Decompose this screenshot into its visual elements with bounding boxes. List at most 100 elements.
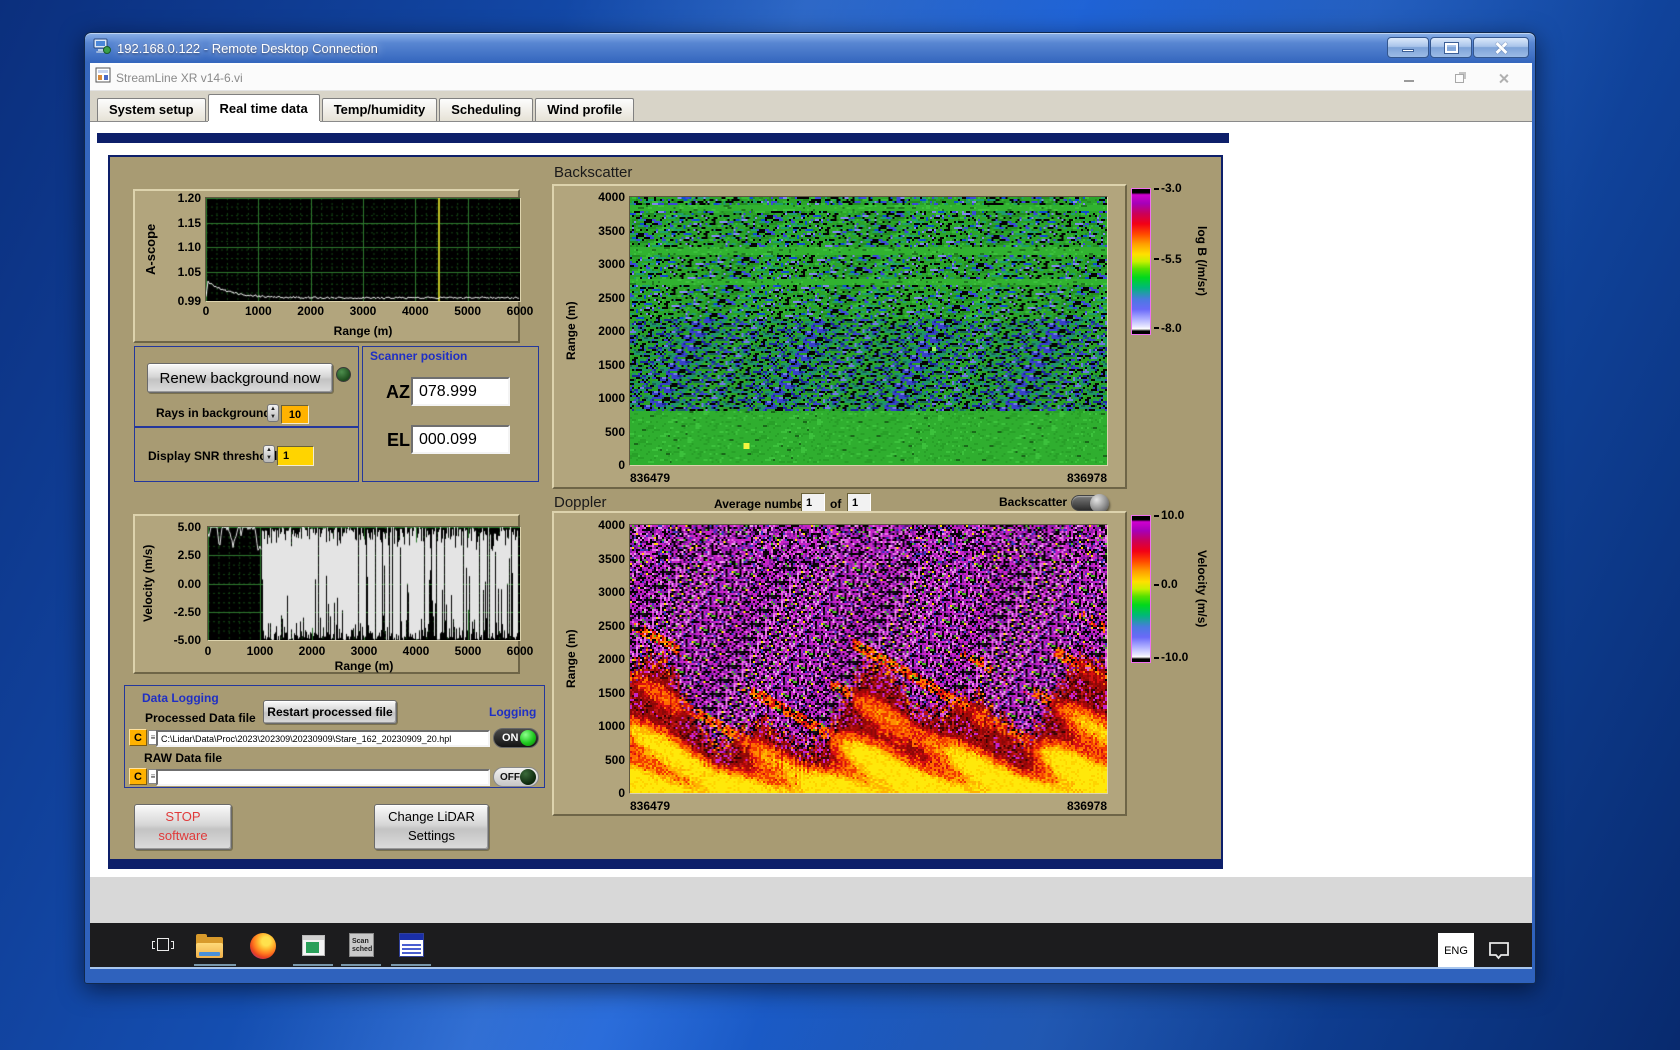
file-explorer-button[interactable] — [196, 934, 223, 958]
tab-system-setup[interactable]: System setup — [97, 98, 206, 121]
backscatter-toggle-label: Backscatter — [999, 495, 1068, 509]
desktop: 192.168.0.122 - Remote Desktop Connectio… — [0, 0, 1680, 1050]
task-view-icon — [152, 934, 174, 956]
stop-software-button[interactable]: STOP software — [134, 804, 232, 850]
raw-drive-box[interactable]: C — [129, 768, 147, 785]
renew-background-button[interactable]: Renew background now — [147, 363, 333, 393]
rays-value[interactable]: 10 — [281, 405, 309, 424]
off-knob-icon — [520, 769, 536, 785]
average-total-field[interactable]: 1 — [847, 493, 871, 513]
app-close-button[interactable] — [1488, 65, 1518, 91]
backscatter-toggle[interactable] — [1071, 494, 1109, 513]
change-line1: Change LiDAR — [388, 809, 475, 825]
remote-session: StreamLine XR v14-6.vi System setup Real… — [90, 63, 1532, 969]
language-indicator[interactable]: ENG — [1438, 933, 1474, 967]
app-window-button[interactable] — [302, 935, 325, 956]
snr-spinner[interactable]: ▲ ▼ — [263, 445, 275, 463]
task-view-button[interactable] — [152, 934, 174, 956]
az-field[interactable]: 078.999 — [411, 377, 510, 406]
tab-temp-humidity[interactable]: Temp/humidity — [321, 98, 438, 121]
processed-logging-toggle[interactable]: ON — [493, 728, 539, 748]
maximize-button[interactable] — [1430, 37, 1472, 58]
backscatter-x-start: 836479 — [630, 471, 671, 485]
tab-wind-profile[interactable]: Wind profile — [535, 98, 635, 121]
backscatter-x-end: 836978 — [1066, 471, 1107, 485]
app-titlebar[interactable]: StreamLine XR v14-6.vi — [90, 65, 1532, 91]
processed-drive-box[interactable]: C — [129, 729, 147, 746]
backscatter-graph: Range (m) 4000 3500 3000 2500 2000 1500 1000 50… — [552, 184, 1127, 489]
backscatter-canvas — [630, 197, 1107, 465]
explorer-active-indicator — [194, 964, 236, 966]
on-label: ON — [502, 732, 519, 744]
velocity-xticks: 0 1000 2000 3000 4000 5000 6000 — [204, 644, 534, 658]
raw-file-label: RAW Data file — [144, 751, 223, 765]
velocity-ylabel: Velocity (m/s) — [141, 544, 155, 623]
minimize-button[interactable] — [1387, 37, 1429, 58]
velocity-plot — [207, 526, 521, 641]
el-field[interactable]: 000.099 — [411, 425, 510, 454]
backscatter-yticks: 4000 3500 3000 2500 2000 1500 1000 500 0 — [598, 190, 625, 472]
maximize-icon — [1443, 41, 1459, 54]
rdp-titlebar[interactable]: 192.168.0.122 - Remote Desktop Connectio… — [85, 33, 1535, 63]
backscatter-xlabels: 836479 836978 — [630, 471, 1107, 485]
ascope-graph: A-scope 1.20 1.15 1.10 1.05 0.99 0 1000 2000 30… — [133, 189, 534, 343]
rdp-title: 192.168.0.122 - Remote Desktop Connectio… — [117, 40, 378, 56]
rays-label: Rays in background — [156, 406, 271, 420]
scanner-position-title: Scanner position — [370, 349, 468, 363]
rdp-icon — [93, 37, 111, 60]
doppler-xlabels: 836479 836978 — [630, 799, 1107, 813]
close-icon — [1494, 41, 1508, 55]
data-logging-title: Data Logging — [142, 691, 219, 705]
app-restore-button[interactable] — [1444, 65, 1474, 91]
restart-processed-button[interactable]: Restart processed file — [263, 700, 397, 724]
velocity-xlabel: Range (m) — [334, 659, 394, 673]
change-lidar-settings-button[interactable]: Change LiDAR Settings — [374, 804, 489, 850]
file-explorer-icon — [196, 934, 223, 958]
ascope-plot — [205, 197, 521, 302]
app-minimize-button[interactable] — [1394, 65, 1424, 91]
change-line2: Settings — [408, 828, 455, 843]
background-group: Renew background now Rays in background … — [134, 346, 359, 427]
stop-line2: software — [158, 828, 208, 843]
tab-scheduling[interactable]: Scheduling — [439, 98, 534, 121]
chat-bubble-icon — [1489, 942, 1509, 960]
doppler-ylabel: Range (m) — [564, 629, 578, 689]
firefox-icon — [250, 933, 276, 959]
decoration-band — [97, 133, 1229, 143]
app-minimize-icon — [1404, 80, 1414, 82]
doppler-x-end: 836978 — [1066, 799, 1107, 813]
app-window-icon — [302, 935, 325, 956]
ascope-canvas — [206, 198, 520, 301]
processed-file-label: Processed Data file — [145, 711, 256, 725]
vi-front-panel: A-scope 1.20 1.15 1.10 1.05 0.99 0 1000 2000 30… — [90, 121, 1532, 877]
blue-app-icon — [399, 933, 424, 957]
on-knob-icon — [520, 730, 536, 746]
az-label: AZ — [386, 382, 410, 402]
blue-app-button[interactable] — [399, 933, 424, 957]
scan-icon-line2: sched — [352, 945, 373, 953]
close-button[interactable] — [1473, 37, 1529, 58]
rays-spinner[interactable]: ▲ ▼ — [267, 404, 279, 422]
app-close-icon — [1498, 73, 1509, 84]
average-number-field[interactable]: 1 — [801, 493, 825, 513]
tab-real-time-data[interactable]: Real time data — [207, 94, 320, 121]
ascope-xticks: 0 1000 2000 3000 4000 5000 6000 — [202, 304, 534, 318]
backscatter-colorbar — [1131, 188, 1151, 335]
logging-label: Logging — [489, 705, 537, 719]
raw-path-field[interactable] — [156, 769, 490, 786]
scan-sched-button[interactable]: Scan sched — [349, 933, 374, 957]
raw-logging-toggle[interactable]: OFF — [493, 767, 539, 787]
processed-path-field[interactable]: C:\Lidar\Data\Proc\2023\202309\20230909\… — [156, 730, 490, 747]
doppler-colorbar — [1131, 515, 1151, 663]
firefox-button[interactable] — [250, 933, 276, 959]
ascope-xlabel: Range (m) — [333, 324, 393, 338]
app-restore-icon — [1454, 73, 1464, 83]
snr-value[interactable]: 1 — [277, 446, 314, 466]
scanner-position-group: Scanner position AZ 078.999 EL 000.099 — [362, 346, 539, 482]
action-center-button[interactable] — [1488, 941, 1510, 965]
doppler-graph: Range (m) 4000 3500 3000 2500 2000 1500 1000 50… — [552, 511, 1127, 816]
doppler-yticks: 4000 3500 3000 2500 2000 1500 1000 500 0 — [598, 518, 625, 800]
app-window: StreamLine XR v14-6.vi System setup Real… — [90, 63, 1532, 877]
velocity-yticks: 5.00 2.50 0.00 -2.50 -5.00 — [173, 520, 201, 647]
app-title: StreamLine XR v14-6.vi — [116, 70, 243, 85]
